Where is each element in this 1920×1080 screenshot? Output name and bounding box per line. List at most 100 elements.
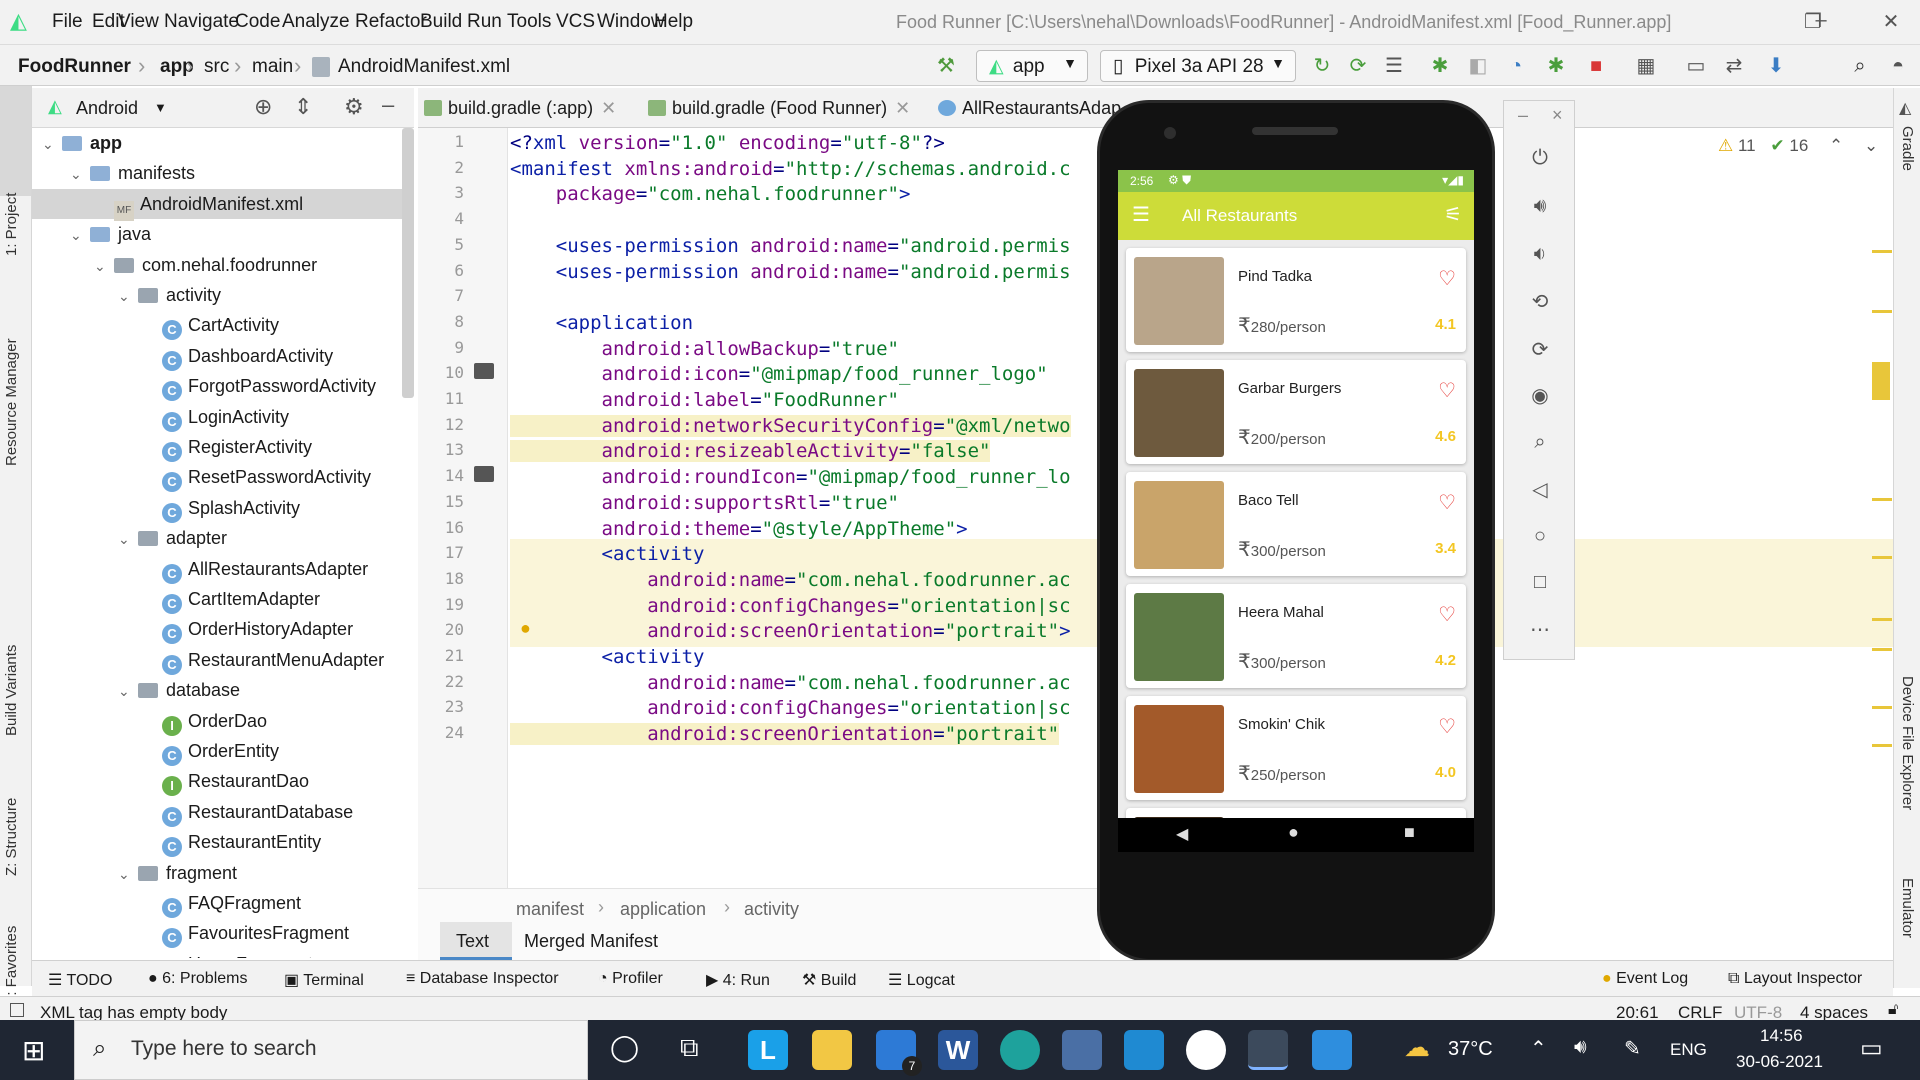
tool-todo[interactable]: ☰ TODO <box>48 970 112 990</box>
tool-problems[interactable]: ● 6: Problems <box>148 970 247 988</box>
code-line[interactable]: package="com.nehal.foodrunner"> <box>510 179 911 210</box>
favourite-heart-icon[interactable]: ♡ <box>1438 378 1456 403</box>
tree-item-orderhistoryadapter[interactable]: C OrderHistoryAdapter <box>32 614 414 645</box>
line-number[interactable]: 20 <box>418 620 464 639</box>
restaurant-card[interactable]: Heera Mahal ₹300/person 4.2 ♡ <box>1126 584 1466 688</box>
favourite-heart-icon[interactable]: ♡ <box>1438 602 1456 627</box>
language-indicator[interactable]: ENG <box>1670 1040 1707 1060</box>
close-emulator-icon[interactable]: × <box>1552 105 1563 126</box>
tree-item-forgotpasswordactivity[interactable]: C ForgotPasswordActivity <box>32 371 414 402</box>
stop-icon[interactable]: ■ <box>1584 54 1608 78</box>
tree-item-dashboardactivity[interactable]: C DashboardActivity <box>32 341 414 371</box>
user-account-icon[interactable]: ◓ <box>1886 54 1910 78</box>
editor-crumb-activity[interactable]: activity <box>744 899 799 920</box>
line-number[interactable]: 7 <box>418 286 464 305</box>
tree-item-adapter[interactable]: ⌄ adapter <box>32 523 414 553</box>
line-number[interactable]: 8 <box>418 312 464 331</box>
line-number[interactable]: 4 <box>418 209 464 228</box>
tab-resource-manager[interactable]: Resource Manager <box>3 338 20 466</box>
line-number[interactable]: 15 <box>418 492 464 511</box>
volume-down-icon[interactable]: 🔉︎ <box>1528 243 1552 267</box>
home-icon[interactable]: ○ <box>1528 525 1552 549</box>
device-manager-icon[interactable]: ▭ <box>1684 54 1708 78</box>
rotate-left-icon[interactable]: ⟲ <box>1528 289 1552 313</box>
camera-icon[interactable]: ◉ <box>1528 383 1552 407</box>
tree-item-androidmanifest-xml[interactable]: MF AndroidManifest.xml <box>32 188 414 221</box>
vscode-icon[interactable] <box>1124 1030 1164 1070</box>
menu-analyze[interactable]: Analyze <box>282 11 350 33</box>
menu-vcs[interactable]: VCS <box>556 11 595 33</box>
warning-marker[interactable] <box>1872 648 1892 651</box>
close-window-button[interactable]: ✕ <box>1878 9 1904 35</box>
code-line[interactable]: <uses-permission android:name="android.p… <box>510 257 1071 288</box>
tree-item-manifests[interactable]: ⌄ manifests <box>32 158 414 188</box>
restaurant-card[interactable]: Pind Tadka ₹280/person 4.1 ♡ <box>1126 248 1466 352</box>
tree-item-loginactivity[interactable]: C LoginActivity <box>32 402 414 432</box>
tree-item-orderentity[interactable]: C OrderEntity <box>32 736 414 766</box>
volume-icon[interactable]: 🔊︎ <box>1574 1036 1587 1059</box>
close-tab-icon[interactable]: ✕ <box>601 98 616 118</box>
tree-item-com-nehal-foodrunner[interactable]: ⌄ com.nehal.foodrunner <box>32 250 414 280</box>
tool-terminal[interactable]: ▣ Terminal <box>284 970 364 990</box>
chevron-down-icon[interactable]: ⌄ <box>118 524 138 554</box>
tab-merged-manifest[interactable]: Merged Manifest <box>524 931 658 952</box>
word-icon[interactable]: W <box>938 1030 978 1070</box>
tab-build-gradle-project[interactable]: build.gradle (Food Runner) ✕ <box>642 88 910 128</box>
tree-item-restaurantentity[interactable]: C RestaurantEntity <box>32 827 414 858</box>
tree-item-java[interactable]: ⌄ java <box>32 219 414 249</box>
project-view-select[interactable]: Android <box>76 98 138 119</box>
lightbulb-icon[interactable]: ● <box>520 618 531 639</box>
warning-marker[interactable] <box>1872 310 1892 313</box>
pen-icon[interactable]: ✎ <box>1624 1036 1641 1061</box>
chevron-down-icon[interactable]: ⌄ <box>70 220 90 250</box>
clock-time[interactable]: 14:56 <box>1760 1026 1803 1046</box>
file-explorer-icon[interactable] <box>812 1030 852 1070</box>
tool-logcat[interactable]: ☰ Logcat <box>888 970 955 990</box>
chevron-down-icon[interactable]: ⌄ <box>42 129 62 159</box>
profile-icon[interactable]: ◔ <box>1504 54 1528 78</box>
breadcrumb-project[interactable]: FoodRunner <box>18 56 131 78</box>
maximize-button[interactable]: ❐ <box>1800 9 1826 35</box>
menu-help[interactable]: Help <box>654 11 693 33</box>
power-icon[interactable]: ⏻ <box>1528 147 1552 171</box>
close-tab-icon[interactable]: ✕ <box>895 98 910 118</box>
favourite-heart-icon[interactable]: ♡ <box>1438 714 1456 739</box>
warning-marker[interactable] <box>1872 556 1892 559</box>
tree-item-app[interactable]: ⌄ app <box>32 128 414 158</box>
menu-file[interactable]: File <box>52 11 83 33</box>
chevron-down-icon[interactable]: ⌄ <box>94 251 114 281</box>
menu-code[interactable]: Code <box>235 11 280 33</box>
gear-icon[interactable]: ⚙ <box>344 94 364 120</box>
tree-item-allrestaurantsadapter[interactable]: C AllRestaurantsAdapter <box>32 554 414 584</box>
tab-project[interactable]: 1: Project <box>3 193 20 256</box>
tool-build[interactable]: ⚒ Build <box>802 970 856 990</box>
tab-favorites[interactable]: 2: Favorites <box>3 926 20 1004</box>
line-number[interactable]: 24 <box>418 723 464 742</box>
taskbar-app-l-icon[interactable]: L <box>748 1030 788 1070</box>
line-number[interactable]: 1 <box>418 132 464 151</box>
tool-run[interactable]: ▶ 4: Run <box>706 970 770 990</box>
menu-view[interactable]: View <box>118 11 159 33</box>
photos-icon[interactable] <box>1312 1030 1352 1070</box>
warning-marker[interactable] <box>1872 250 1892 253</box>
circle-app-icon[interactable] <box>1186 1030 1226 1070</box>
tree-item-resetpasswordactivity[interactable]: C ResetPasswordActivity <box>32 462 414 493</box>
editor-crumb-application[interactable]: application <box>620 899 706 920</box>
android-studio-taskbar-icon[interactable] <box>1248 1030 1288 1070</box>
tab-device-file-explorer[interactable]: Device File Explorer <box>1899 676 1916 810</box>
zoom-icon[interactable]: ⌕ <box>1528 431 1552 455</box>
rotate-right-icon[interactable]: ⟳ <box>1528 337 1552 361</box>
favourite-heart-icon[interactable]: ♡ <box>1438 266 1456 291</box>
line-number[interactable]: 5 <box>418 235 464 254</box>
tree-item-activity[interactable]: ⌄ activity <box>32 280 414 310</box>
restaurant-card[interactable]: Smokin' Chik ₹250/person 4.0 ♡ <box>1126 696 1466 800</box>
locate-icon[interactable]: ⊕ <box>254 94 272 120</box>
volume-up-icon[interactable]: 🔊︎ <box>1528 195 1552 219</box>
line-number[interactable]: 6 <box>418 261 464 280</box>
edge-icon[interactable] <box>1000 1030 1040 1070</box>
sdk-manager-icon[interactable]: ⬇ <box>1764 54 1788 78</box>
tool-profiler[interactable]: ◔ Profiler <box>598 970 663 988</box>
overview-icon[interactable]: □ <box>1528 571 1552 595</box>
line-number[interactable]: 19 <box>418 595 464 614</box>
breadcrumb-file[interactable]: AndroidManifest.xml <box>338 56 510 78</box>
